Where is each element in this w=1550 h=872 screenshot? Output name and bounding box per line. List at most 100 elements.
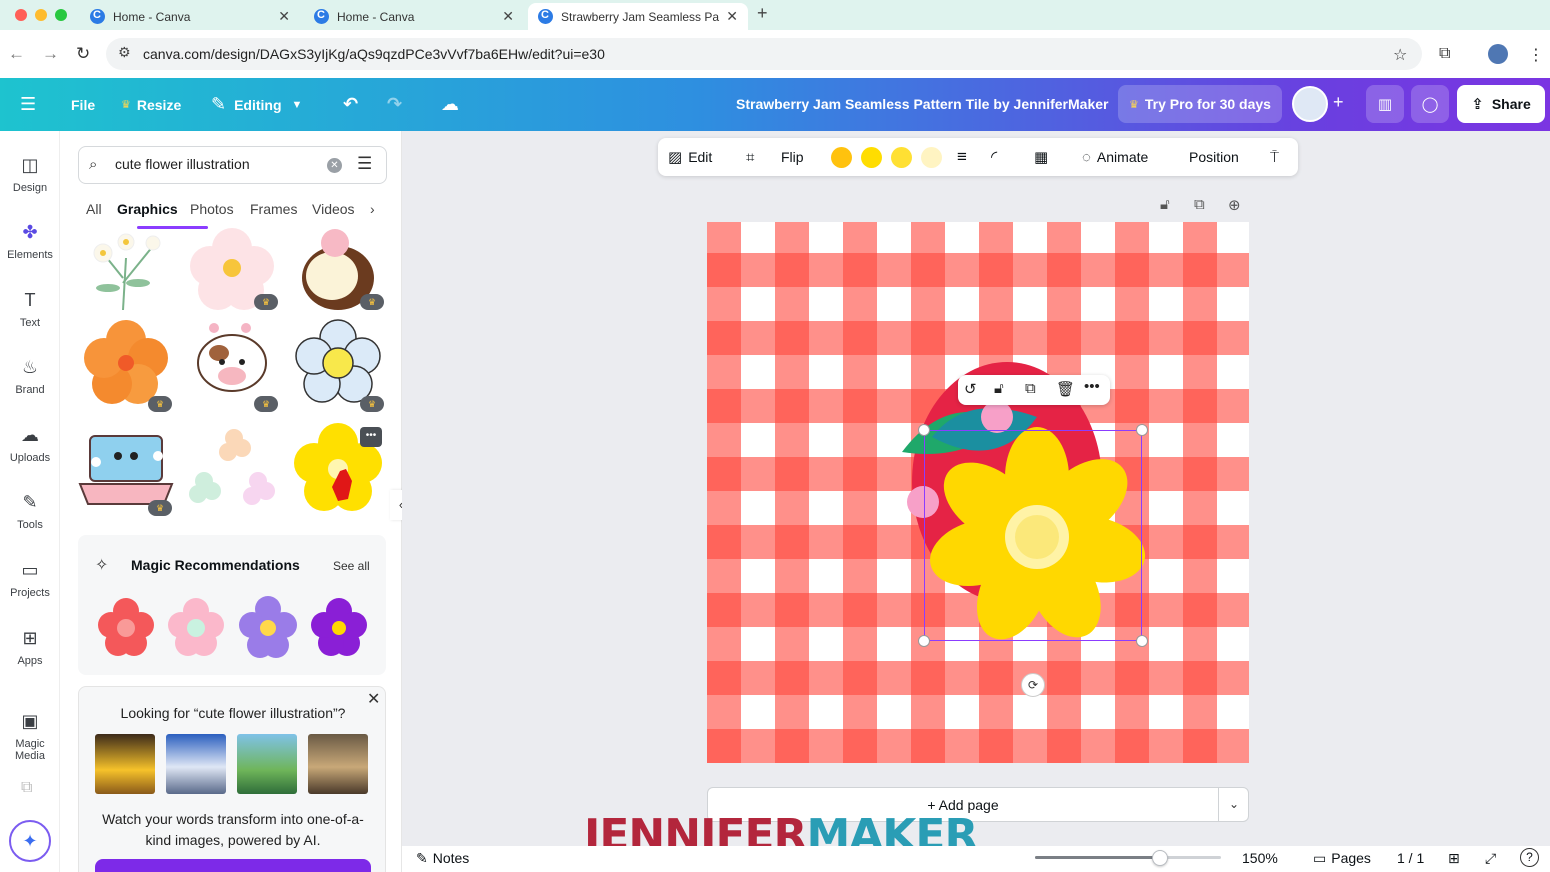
animate-button[interactable]: ◌ Animate — [1082, 138, 1148, 176]
border-style-button[interactable]: ≡ — [957, 138, 967, 176]
site-settings-icon[interactable]: ⚙ — [118, 44, 131, 61]
sample-image-cat[interactable] — [308, 734, 368, 794]
chevron-down-icon[interactable]: ⌄ — [1218, 788, 1249, 821]
filter-sliders-icon[interactable]: ☰ — [357, 154, 372, 174]
user-avatar[interactable] — [1292, 86, 1328, 122]
profile-avatar[interactable] — [1488, 44, 1508, 64]
duplicate-page-icon[interactable]: ⧉ — [1194, 196, 1205, 213]
search-box[interactable]: ⌕ ✕ ☰ — [78, 146, 387, 184]
selection-box[interactable] — [924, 430, 1142, 641]
close-tab-icon[interactable]: ✕ — [278, 8, 290, 25]
try-magic-media-button[interactable] — [95, 859, 371, 872]
document-title[interactable]: Strawberry Jam Seamless Pattern Tile by … — [736, 96, 1108, 112]
rotate-handle[interactable]: ⟳ — [1021, 673, 1045, 697]
graphic-result-coconut[interactable]: ♛ — [290, 228, 386, 318]
graphic-result-cow[interactable]: ♛ — [184, 318, 280, 412]
close-tab-icon[interactable]: ✕ — [726, 8, 738, 25]
graphic-result-pink-flower[interactable]: ♛ — [184, 228, 280, 318]
graphic-result-laptop[interactable]: ♛ — [78, 426, 174, 516]
notes-button[interactable]: ✎ Notes — [416, 850, 469, 867]
editing-mode-button[interactable]: ✎ Editing ▼ — [211, 78, 302, 131]
rail-item-design[interactable]: ◫ Design — [0, 155, 60, 194]
rail-item-brand[interactable]: ♨ Brand — [0, 357, 60, 396]
rail-item-uploads[interactable]: ☁ Uploads — [0, 425, 60, 464]
transparency-button[interactable]: ▦ — [1034, 138, 1048, 176]
lock-icon[interactable]: 🔓︎ — [994, 380, 1004, 397]
tab-photos[interactable]: Photos — [190, 201, 234, 217]
edit-button[interactable]: ▨ Edit — [668, 138, 712, 176]
tab-graphics[interactable]: Graphics — [117, 201, 178, 217]
magic-assistant-button[interactable]: ✦ — [9, 820, 51, 862]
sample-image-duck[interactable] — [95, 734, 155, 794]
rail-item-tools[interactable]: ✎ Tools — [0, 492, 60, 531]
back-arrow-icon[interactable]: ← — [8, 44, 25, 64]
graphic-result-orange-flower[interactable]: ♛ — [78, 318, 174, 412]
search-input[interactable] — [115, 156, 315, 172]
try-pro-button[interactable]: ♛ Try Pro for 30 days — [1118, 85, 1282, 123]
minimize-window-button[interactable] — [35, 9, 47, 21]
fullscreen-icon[interactable]: ⤢ — [1485, 850, 1496, 867]
crop-button[interactable]: ⌗ — [746, 138, 754, 176]
browser-tab[interactable]: Home - Canva ✕ — [80, 3, 300, 30]
search-tab-icon[interactable]: ⧉ — [1439, 45, 1450, 63]
main-menu-button[interactable]: ☰ — [20, 78, 36, 131]
see-all-link[interactable]: See all — [333, 559, 370, 573]
tab-frames[interactable]: Frames — [250, 201, 297, 217]
tab-videos[interactable]: Videos — [312, 201, 355, 217]
graphic-result-white-flowers[interactable] — [78, 228, 174, 318]
zoom-slider[interactable] — [1035, 850, 1221, 866]
add-collaborator-icon[interactable]: + — [1333, 92, 1344, 113]
color-swatch[interactable] — [861, 147, 882, 168]
rail-item-projects[interactable]: ▭ Projects — [0, 560, 60, 599]
lock-page-icon[interactable]: 🔓︎ — [1160, 196, 1170, 213]
resize-handle-bottom-right[interactable] — [1136, 635, 1148, 647]
reload-icon[interactable]: ↻ — [76, 44, 90, 64]
rail-item-elements[interactable]: ✤ Elements — [0, 222, 60, 261]
close-tab-icon[interactable]: ✕ — [502, 8, 514, 25]
more-options-icon[interactable]: ••• — [360, 427, 382, 447]
tab-all[interactable]: All — [86, 201, 102, 217]
help-icon[interactable]: ? — [1520, 848, 1539, 867]
more-apps-icon[interactable]: ⧉ — [21, 779, 32, 797]
resize-button[interactable]: ♛ Resize — [121, 78, 181, 131]
more-options-icon[interactable]: ••• — [1084, 378, 1100, 395]
bookmark-star-icon[interactable]: ☆ — [1393, 45, 1407, 65]
redo-button[interactable]: ↷ — [387, 78, 402, 131]
copy-style-button[interactable]: ⍑ — [1270, 138, 1279, 176]
color-swatch[interactable] — [831, 147, 852, 168]
sample-image-mountains[interactable] — [166, 734, 226, 794]
clear-search-icon[interactable]: ✕ — [327, 158, 342, 173]
zoom-slider-handle[interactable] — [1151, 850, 1168, 866]
sample-image-landscape[interactable] — [237, 734, 297, 794]
comments-button[interactable]: ◯ — [1411, 85, 1449, 123]
corner-rounding-button[interactable]: ◜ — [991, 138, 997, 176]
resize-handle-top-left[interactable] — [918, 424, 930, 436]
url-field[interactable]: ⚙ canva.com/design/DAGxS3yIjKg/aQs9qzdPC… — [106, 38, 1422, 70]
maximize-window-button[interactable] — [55, 9, 67, 21]
pages-button[interactable]: ▭ Pages — [1313, 850, 1371, 867]
grid-view-icon[interactable]: ⊞ — [1448, 850, 1460, 867]
color-swatch[interactable] — [891, 147, 912, 168]
magic-edit-icon[interactable]: ↺ — [964, 380, 977, 398]
browser-tab[interactable]: Home - Canva ✕ — [304, 3, 524, 30]
insights-button[interactable]: ▥ — [1366, 85, 1404, 123]
close-window-button[interactable] — [15, 9, 27, 21]
cloud-save-button[interactable]: ☁ — [441, 78, 459, 131]
forward-arrow-icon[interactable]: → — [42, 44, 59, 64]
rail-item-text[interactable]: T Text — [0, 290, 60, 329]
undo-button[interactable]: ↶ — [343, 78, 358, 131]
more-menu-icon[interactable]: ⋮ — [1528, 45, 1544, 65]
flip-button[interactable]: Flip — [781, 138, 804, 176]
browser-tab-active[interactable]: Strawberry Jam Seamless Pa ✕ — [528, 3, 748, 30]
rail-item-magic-media[interactable]: ▣ Magic Media — [0, 711, 60, 762]
chevron-right-icon[interactable]: › — [370, 201, 375, 217]
file-menu-button[interactable]: File — [71, 78, 95, 131]
resize-handle-top-right[interactable] — [1136, 424, 1148, 436]
graphic-result-pastel-flowers[interactable] — [184, 426, 280, 516]
trash-icon[interactable]: 🗑︎ — [1056, 380, 1075, 398]
add-page-icon[interactable]: ⊕ — [1228, 196, 1241, 214]
duplicate-icon[interactable]: ⧉ — [1025, 380, 1036, 397]
rail-item-apps[interactable]: ⊞ Apps — [0, 628, 60, 667]
share-button[interactable]: ⇪ Share — [1457, 85, 1545, 123]
position-button[interactable]: Position — [1189, 138, 1239, 176]
